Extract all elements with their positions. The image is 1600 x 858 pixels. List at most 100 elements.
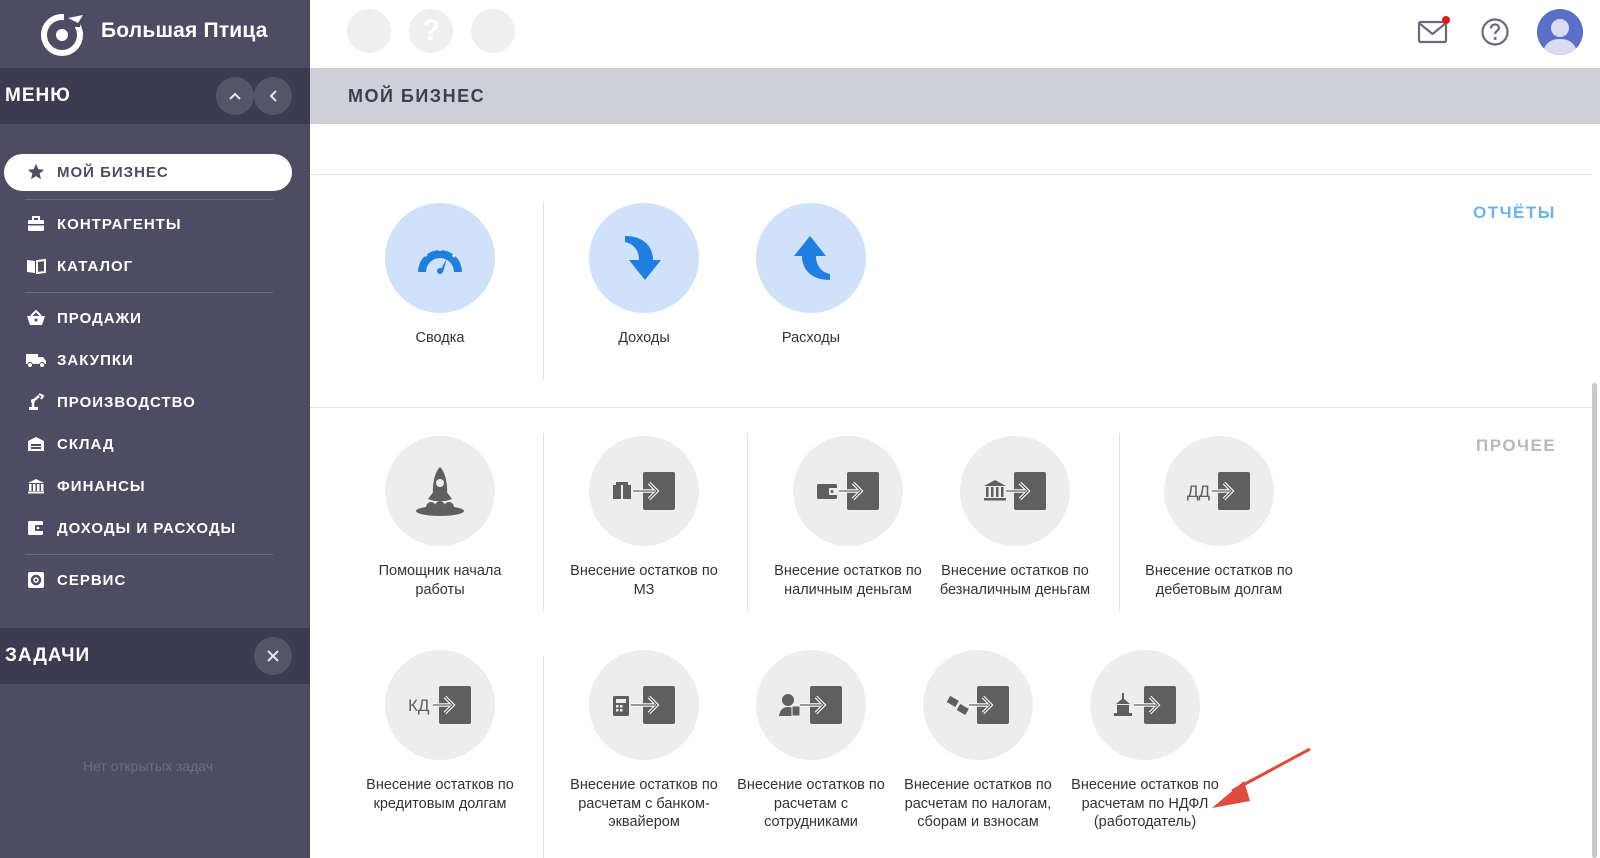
- tile-label: Внесение остатков по расчетам с сотрудни…: [737, 777, 885, 830]
- sidebar-item-warehouse[interactable]: СКЛАД: [25, 433, 115, 455]
- sidebar-item-income-expenses[interactable]: ДОХОДЫ И РАСХОДЫ: [25, 517, 236, 539]
- divider: [25, 199, 273, 200]
- tasks-title: ЗАДАЧИ: [5, 645, 91, 666]
- sidebar-item-label: СЕРВИС: [57, 571, 127, 589]
- topbar: ?: [310, 0, 1600, 68]
- avatar[interactable]: [1536, 8, 1584, 56]
- import-dd-icon: ДД: [1187, 472, 1250, 510]
- basket-icon: [25, 308, 47, 328]
- close-icon: [267, 650, 279, 662]
- logo-bar: Большая Птица: [0, 0, 310, 68]
- help-circle-icon[interactable]: [1480, 17, 1510, 47]
- divider: [543, 656, 544, 858]
- mail-icon[interactable]: [1416, 16, 1450, 46]
- svg-text:КД: КД: [408, 696, 430, 715]
- tile-circle: [960, 436, 1070, 546]
- sidebar-item-my-business-content[interactable]: МОЙ БИЗНЕС: [25, 161, 169, 183]
- bank-icon: [25, 476, 47, 496]
- tile-expenses[interactable]: Расходы: [726, 203, 896, 348]
- divider: [1119, 434, 1120, 612]
- sidebar-item-label: ПРОДАЖИ: [57, 309, 142, 327]
- divider: [310, 407, 1592, 408]
- tile-start-assistant[interactable]: Помощник начала работы: [355, 436, 525, 599]
- close-tasks-button[interactable]: [254, 637, 292, 675]
- warehouse-icon: [25, 434, 47, 454]
- tile-label: Внесение остатков по расчетам по налогам…: [904, 777, 1052, 830]
- tile-circle: [1090, 650, 1200, 760]
- sidebar-item-production[interactable]: ПРОИЗВОДСТВО: [25, 391, 196, 413]
- tile-import-credit-debts[interactable]: КД Внесение остатков по кредитовым долга…: [355, 650, 525, 813]
- tile-import-debit-debts[interactable]: ДД Внесение остатков по дебетовым долгам: [1134, 436, 1304, 599]
- divider: [25, 554, 273, 555]
- wallet-icon: [25, 518, 47, 538]
- tasks-header: ЗАДАЧИ: [0, 628, 310, 684]
- divider: [543, 201, 544, 379]
- tile-circle: [793, 436, 903, 546]
- tile-import-cash[interactable]: Внесение остатков по наличным деньгам: [763, 436, 933, 599]
- import-goods-icon: [613, 472, 675, 510]
- question-icon: ?: [421, 14, 441, 47]
- speedometer-icon: [418, 247, 462, 274]
- notification-dot-icon: [1442, 16, 1450, 24]
- tile-circle: [589, 650, 699, 760]
- import-bank-icon: [984, 472, 1046, 510]
- tile-import-bank[interactable]: Внесение остатков по безналичным деньгам: [930, 436, 1100, 599]
- sidebar-item-catalog[interactable]: КАТАЛОГ: [25, 255, 133, 277]
- topbar-help-button[interactable]: ?: [409, 9, 453, 53]
- star-icon: [25, 162, 47, 182]
- divider: [25, 292, 273, 293]
- hide-sidebar-button[interactable]: [254, 77, 292, 115]
- tile-circle: ДД: [1164, 436, 1274, 546]
- tile-label: Внесение остатков по МЗ: [570, 563, 718, 598]
- section-label-reports: ОТЧЁТЫ: [1473, 203, 1556, 222]
- scrollbar[interactable]: [1592, 383, 1597, 858]
- sidebar-item-finance[interactable]: ФИНАНСЫ: [25, 475, 146, 497]
- tile-circle: КД: [385, 650, 495, 760]
- sidebar-item-service[interactable]: СЕРВИС: [25, 569, 126, 591]
- tile-summary[interactable]: Сводка: [355, 203, 525, 348]
- import-cash-icon: [817, 472, 879, 510]
- section-label-other: ПРОЧЕЕ: [1476, 436, 1557, 455]
- tile-import-employees[interactable]: Внесение остатков по расчетам с сотрудни…: [726, 650, 896, 832]
- app-name: Большая Птица: [101, 19, 268, 42]
- logo-icon[interactable]: [38, 9, 88, 57]
- topbar-placeholder-button[interactable]: [347, 9, 391, 53]
- sidebar-item-label: ЗАКУПКИ: [57, 351, 134, 369]
- topbar-placeholder-button[interactable]: [471, 9, 515, 53]
- briefcase-icon: [25, 214, 47, 234]
- menu-title: МЕНЮ: [5, 85, 71, 106]
- tile-import-acquirer[interactable]: Внесение остатков по расчетам с банком-э…: [559, 650, 729, 832]
- chevron-left-icon: [269, 90, 277, 102]
- tile-circle: [756, 650, 866, 760]
- menu-header: МЕНЮ: [0, 68, 310, 124]
- tile-import-goods[interactable]: Внесение остатков по МЗ: [559, 436, 729, 599]
- import-ndfl-icon: [1114, 686, 1176, 724]
- tile-import-taxes[interactable]: Внесение остатков по расчетам по налогам…: [893, 650, 1063, 832]
- truck-icon: [25, 350, 47, 370]
- chevron-up-icon: [229, 92, 241, 100]
- tile-label: Внесение остатков по кредитовым долгам: [366, 777, 514, 812]
- import-employee-icon: [779, 686, 842, 724]
- sidebar-item-counterparties[interactable]: КОНТРАГЕНТЫ: [25, 213, 182, 235]
- gear-box-icon: [25, 570, 47, 590]
- tasks-empty-text: Нет открытых задач: [82, 758, 214, 774]
- sidebar-item-label: ПРОИЗВОДСТВО: [57, 393, 196, 411]
- sidebar-item-purchases[interactable]: ЗАКУПКИ: [25, 349, 134, 371]
- divider: [747, 434, 748, 612]
- svg-text:ДД: ДД: [1187, 482, 1211, 501]
- book-icon: [25, 256, 47, 276]
- sidebar-item-label: КОНТРАГЕНТЫ: [57, 215, 182, 233]
- sidebar-item-label: СКЛАД: [57, 435, 115, 453]
- sidebar-item-sales[interactable]: ПРОДАЖИ: [25, 307, 142, 329]
- tile-circle: [589, 436, 699, 546]
- arrow-down-curved-icon: [625, 236, 661, 280]
- collapse-menu-button[interactable]: [216, 77, 254, 115]
- tile-circle: [589, 203, 699, 313]
- tile-label: Внесение остатков по наличным деньгам: [774, 563, 922, 598]
- import-kd-icon: КД: [408, 686, 471, 724]
- tile-label: Внесение остатков по расчетам с банком-э…: [570, 777, 718, 830]
- tile-income[interactable]: Доходы: [559, 203, 729, 348]
- import-terminal-icon: [613, 686, 675, 724]
- tile-label: Внесение остатков по дебетовым долгам: [1145, 563, 1293, 598]
- divider: [310, 174, 1592, 175]
